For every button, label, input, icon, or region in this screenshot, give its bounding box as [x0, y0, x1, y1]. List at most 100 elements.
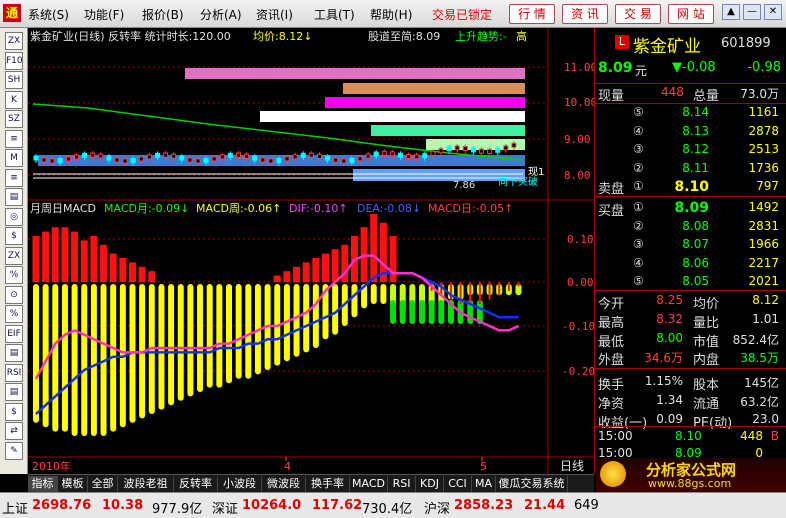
stat-label: PE(动) — [693, 415, 733, 431]
toolbar-icon[interactable]: SZ — [5, 110, 23, 128]
website-button[interactable]: 网 站 — [668, 4, 714, 24]
index-amount: 649 — [574, 498, 599, 513]
indicator-tab[interactable]: MACD — [350, 476, 388, 492]
toolbar-icon[interactable]: ◎ — [5, 207, 23, 226]
news-button[interactable]: 资 讯 — [562, 4, 608, 24]
macd-green-bar — [399, 300, 406, 324]
index-ticker[interactable]: 上证 2698.76 10.38 977.9亿 — [2, 493, 212, 517]
order-price: 8.09 — [674, 200, 709, 216]
indicator-tab[interactable]: 换手率 — [306, 476, 350, 492]
menu-quote[interactable]: 报价(B) — [142, 6, 184, 23]
order-level: ⑤ — [633, 105, 644, 119]
toolbar-icon[interactable]: K — [5, 90, 23, 109]
menu-function[interactable]: 功能(F) — [84, 6, 124, 23]
price-unit: 元 — [635, 64, 648, 78]
toolbar-icon[interactable]: ▤ — [5, 383, 23, 401]
order-price: 8.06 — [682, 255, 709, 270]
indicator-tab[interactable]: 反转率 — [174, 476, 218, 492]
toolbar-icon[interactable]: ✎ — [5, 441, 23, 460]
macd-week-bar — [197, 284, 204, 392]
kline-macd-chart[interactable]: 紫金矿业(日线) 反转率 统计时长:120.00 均价:8.12↓ 股道至简:8… — [28, 28, 594, 474]
indicator-tab[interactable]: 指标 — [28, 476, 58, 492]
indicator-tab[interactable]: 模板 — [58, 476, 88, 492]
order-level: ① — [633, 179, 644, 193]
menu-info[interactable]: 资讯(I) — [256, 6, 293, 23]
toolbar-icon[interactable]: ⊙ — [5, 285, 23, 304]
time-axis-label: 5 — [480, 460, 487, 473]
stock-name: 紫金矿业 — [633, 37, 701, 57]
toolbar-icon[interactable]: ≡ — [5, 168, 23, 187]
toolbar-icon[interactable]: ▤ — [5, 344, 23, 362]
chart-area[interactable]: 紫金矿业(日线) 反转率 统计时长:120.00 均价:8.12↓ 股道至简:8… — [28, 28, 594, 474]
indicator-tab[interactable]: 微波段 — [262, 476, 306, 492]
tick-volume: 448 — [740, 429, 763, 443]
macd-week-bar — [351, 284, 358, 318]
minimize-icon[interactable]: — — [743, 4, 761, 20]
trade-button[interactable]: 交 易 — [615, 4, 661, 24]
trade-lock-status[interactable]: 交易已锁定 — [432, 6, 492, 23]
indicator-tab[interactable]: 全部 — [88, 476, 118, 492]
indicator-tab[interactable]: MA — [472, 476, 496, 492]
toolbar-icon[interactable]: ZX — [5, 32, 23, 50]
menu-help[interactable]: 帮助(H) — [370, 6, 412, 23]
close-icon[interactable]: ✕ — [764, 4, 782, 20]
toolbar-icon[interactable]: % — [5, 266, 23, 284]
order-level: ① — [633, 200, 644, 214]
macd-week-bar — [33, 284, 39, 423]
macd-day-bar — [389, 236, 397, 282]
indicator-tab[interactable]: KDJ — [416, 476, 444, 492]
candle — [260, 157, 266, 163]
candle — [365, 153, 371, 159]
candle — [244, 153, 250, 159]
menu-system[interactable]: 系统(S) — [28, 6, 69, 23]
index-ticker[interactable]: 深证 10264.0 117.62 730.4亿 — [212, 493, 422, 517]
toolbar-icon[interactable]: ZX — [5, 246, 23, 265]
toolbar-icon[interactable]: ⇄ — [5, 422, 23, 440]
tick-row: 15:00 8.10 448 B — [595, 429, 785, 447]
toolbar-icon[interactable]: M — [5, 149, 23, 167]
order-book-row: ④ 8.06 2217 — [595, 256, 785, 274]
macd-day-bar — [100, 244, 108, 282]
toolbar-icon[interactable]: EIF — [5, 324, 23, 343]
index-change: 117.62 — [312, 498, 363, 513]
stat-value: 145亿 — [744, 376, 779, 391]
stat-value: 0.09 — [656, 411, 683, 426]
distribution-bar — [343, 83, 525, 94]
stat-label: 均价 — [693, 297, 720, 312]
price-axis-label: 9.00 — [564, 133, 591, 146]
indicator-tab[interactable]: 波段老祖 — [118, 476, 174, 492]
order-book-row: ⑤ 8.14 1161 — [595, 105, 785, 123]
menu-tools[interactable]: 工具(T) — [314, 6, 355, 23]
order-level: ② — [633, 218, 644, 233]
indicator-tab[interactable]: CCI — [444, 476, 472, 492]
macd-day-bar — [119, 258, 127, 282]
order-price: 8.10 — [674, 179, 709, 195]
toolbar-icon[interactable]: F10 — [5, 51, 23, 70]
indicator-tab[interactable]: 傻瓜交易系统 — [496, 476, 568, 492]
toolbar-icon[interactable]: $ — [5, 402, 23, 421]
period-mode[interactable]: 日线 — [560, 459, 584, 473]
candle — [138, 156, 144, 162]
tick-time: 15:00 — [598, 429, 633, 443]
restore-icon[interactable]: ▲ — [722, 4, 740, 20]
toolbar-icon[interactable]: SH — [5, 71, 23, 89]
toolbar-icon[interactable]: ▤ — [5, 188, 23, 206]
market-button[interactable]: 行 情 — [509, 4, 555, 24]
macd-day-bar — [370, 214, 378, 282]
macd-week-bar — [206, 284, 213, 388]
indicator-tab[interactable]: 小波段 — [218, 476, 262, 492]
toolbar-icon[interactable]: RSI — [5, 363, 23, 382]
stat-value: 1.15% — [644, 374, 683, 389]
menu-analysis[interactable]: 分析(A) — [200, 6, 242, 23]
toolbar-icon[interactable]: ≡ — [5, 129, 23, 148]
index-ticker[interactable]: 沪深 2858.23 21.44 649 — [424, 493, 634, 517]
indicator-tab[interactable]: RSI — [388, 476, 416, 492]
macd-day-bar — [42, 231, 50, 282]
toolbar-icon[interactable]: $ — [5, 227, 23, 245]
stat-value: 8.12 — [752, 293, 779, 307]
macd-week-bar — [187, 284, 194, 397]
candle — [503, 145, 509, 151]
toolbar-icon[interactable]: % — [5, 305, 23, 323]
chart-title: 紫金矿业(日线) 反转率 统计时长:120.00 — [30, 29, 231, 43]
stat-value: 1.34 — [656, 393, 683, 407]
